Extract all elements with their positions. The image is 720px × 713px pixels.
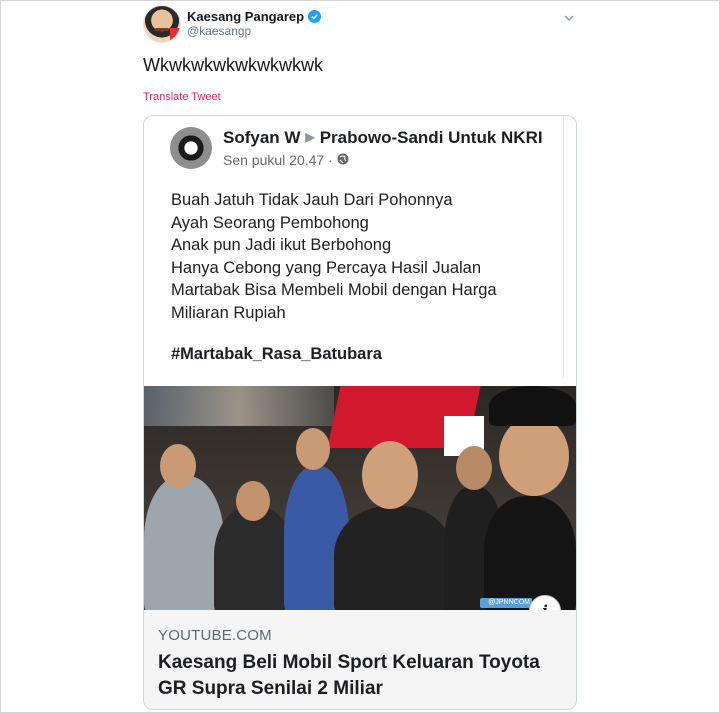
author-handle[interactable]: @kaesangp — [187, 24, 251, 38]
translate-tweet-link[interactable]: Translate Tweet — [143, 91, 221, 103]
fb-line: Hanya Cebong yang Percaya Hasil Jualan — [171, 258, 482, 277]
facebook-post-screenshot: Sofyan W ▶ Prabowo-Sandi Untuk NKRI Sen pu… — [144, 116, 576, 386]
tweet-text: Wkwkwkwkwkwkwkwk — [143, 55, 323, 75]
author-display-name[interactable]: Kaesang Pangarep — [187, 9, 304, 24]
person-center-head — [362, 441, 418, 509]
fb-post-time: Sen pukul 20.47 · — [223, 152, 349, 168]
fb-group-name: Prabowo-Sandi Untuk NKRI — [319, 128, 543, 147]
fb-poster-name: Sofyan W — [223, 128, 301, 147]
fb-line: Ayah Seorang Pembohong — [171, 213, 369, 232]
channel-watermark: @JPNNCOM — [480, 598, 532, 608]
video-thumbnail[interactable]: @JPNNCOM i — [144, 386, 576, 610]
chevron-down-icon[interactable] — [563, 10, 575, 28]
person-right-glasses — [484, 496, 576, 610]
person-right-cap — [489, 386, 576, 426]
author-avatar[interactable] — [143, 5, 181, 43]
link-card-meta[interactable]: YOUTUBE.COM Kaesang Beli Mobil Sport Kel… — [144, 610, 576, 709]
author-name-row[interactable]: Kaesang Pangarep — [187, 9, 322, 24]
person-batik-head — [296, 428, 330, 470]
person-left — [144, 476, 224, 610]
link-headline[interactable]: Kaesang Beli Mobil Sport Keluaran Toyota… — [158, 650, 558, 702]
triangle-right-icon: ▶ — [305, 130, 315, 144]
person-left-head — [160, 444, 196, 488]
fb-hashtag: #Martabak_Rasa_Batubara — [171, 345, 382, 363]
fb-line: Miliaran Rupiah — [171, 303, 286, 322]
fb-line: Anak pun Jadi ikut Berbohong — [171, 236, 392, 254]
verified-badge-icon — [308, 10, 322, 23]
person-right-back-head — [456, 446, 492, 490]
fb-post-title: Sofyan W ▶ Prabowo-Sandi Untuk NKRI — [223, 128, 543, 148]
background-lights — [144, 386, 334, 426]
person-hijab-head — [236, 481, 270, 521]
fb-time-text: Sen pukul 20.47 · — [223, 152, 333, 168]
link-domain: YOUTUBE.COM — [158, 627, 272, 644]
person-center-jacket — [334, 506, 454, 610]
person-hijab — [214, 506, 294, 610]
fb-line: Martabak Bisa Membeli Mobil dengan Harga — [171, 281, 497, 299]
fb-line: Buah Jatuh Tidak Jauh Dari Pohonnya — [171, 191, 453, 209]
media-card[interactable]: Sofyan W ▶ Prabowo-Sandi Untuk NKRI Sen pu… — [143, 115, 577, 710]
fb-post-body: Buah Jatuh Tidak Jauh Dari Pohonnya Ayah… — [171, 189, 497, 324]
person-right-glasses-head — [499, 416, 569, 496]
poster-avatar — [170, 127, 212, 169]
globe-icon — [337, 152, 349, 168]
